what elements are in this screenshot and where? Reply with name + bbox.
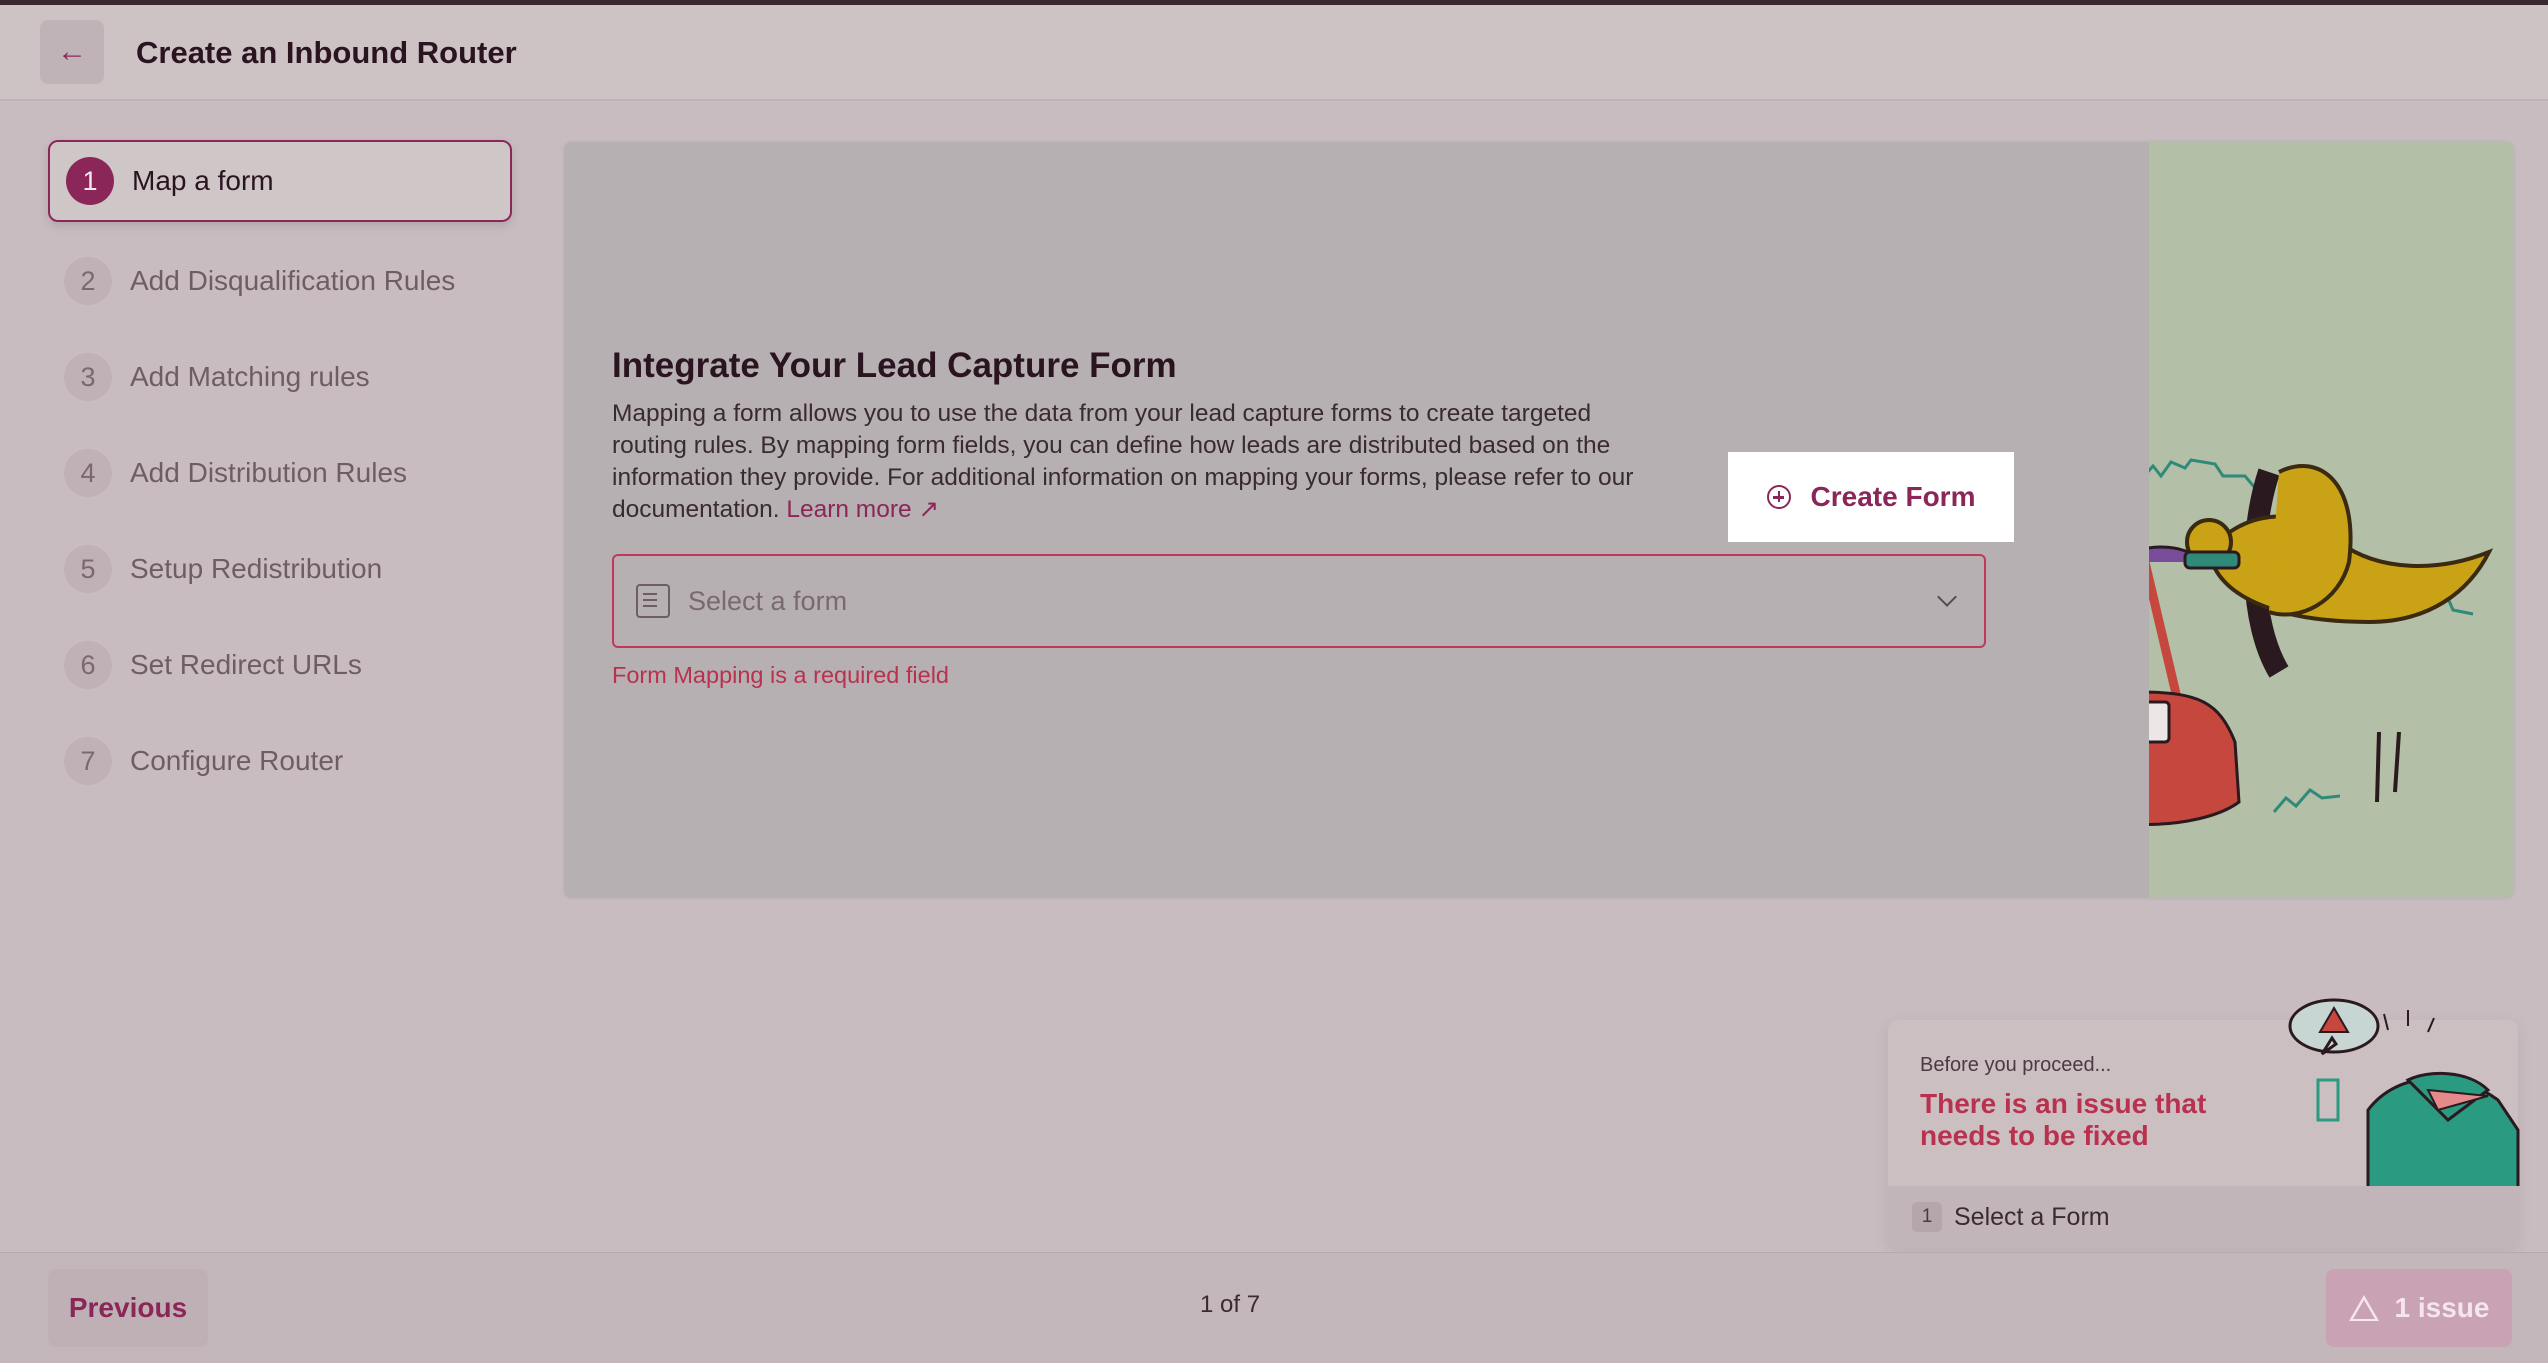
step-number: 5	[64, 545, 112, 593]
previous-button[interactable]: Previous	[48, 1269, 208, 1347]
step-number: 4	[64, 449, 112, 497]
popover-pretitle: Before you proceed...	[1920, 1054, 2112, 1076]
step-number: 2	[64, 257, 112, 305]
issue-number: 1	[1912, 1202, 1942, 1232]
chevron-down-icon	[1937, 587, 1957, 607]
form-search-icon	[636, 584, 670, 618]
form-select-placeholder: Select a form	[688, 585, 848, 616]
step-number: 3	[64, 353, 112, 401]
form-mapping-error: Form Mapping is a required field	[612, 662, 949, 688]
back-button[interactable]: ←	[40, 20, 104, 84]
step-number: 7	[64, 737, 112, 785]
step-label: Add Matching rules	[130, 361, 370, 392]
popover-title: There is an issue that needs to be fixed	[1920, 1088, 2207, 1151]
step-redirect-urls[interactable]: 6 Set Redirect URLs	[48, 624, 512, 706]
issue-item[interactable]: 1 Select a Form	[1888, 1186, 2518, 1248]
step-disqualification-rules[interactable]: 2 Add Disqualification Rules	[48, 240, 512, 322]
step-label: Add Disqualification Rules	[130, 265, 456, 296]
footer-bar: Previous 1 of 7 1 issue	[0, 1252, 2548, 1363]
step-label: Set Redirect URLs	[130, 649, 362, 680]
step-label: Configure Router	[130, 745, 344, 776]
section-description: Mapping a form allows you to use the dat…	[612, 398, 1672, 526]
create-form-label: Create Form	[1810, 481, 1976, 512]
arrow-left-icon: ←	[57, 35, 87, 68]
create-form-button[interactable]: Create Form	[1728, 452, 2014, 542]
description-text: Mapping a form allows you to use the dat…	[612, 400, 1634, 523]
plus-circle-icon	[1766, 485, 1791, 509]
form-select[interactable]: Select a form	[612, 554, 1986, 648]
bird-carrying-bag-illustration	[2047, 458, 2494, 826]
map-form-card: Integrate Your Lead Capture Form Mapping…	[562, 140, 2516, 900]
learn-more-link[interactable]: Learn more ↗	[786, 496, 939, 523]
page-indicator: 1 of 7	[1200, 1291, 1261, 1318]
issue-label: Select a Form	[1954, 1202, 2110, 1231]
step-label: Setup Redistribution	[130, 553, 383, 584]
crocodile-alert-illustration	[2288, 998, 2520, 1186]
step-distribution-rules[interactable]: 4 Add Distribution Rules	[48, 432, 512, 514]
step-label: Add Distribution Rules	[130, 457, 408, 488]
step-matching-rules[interactable]: 3 Add Matching rules	[48, 336, 512, 418]
section-title: Integrate Your Lead Capture Form	[612, 346, 1177, 385]
issues-button[interactable]: 1 issue	[2326, 1269, 2512, 1347]
issues-count-label: 1 issue	[2394, 1292, 2490, 1323]
step-configure-router[interactable]: 7 Configure Router	[48, 720, 512, 802]
page-header: ← Create an Inbound Router	[0, 5, 2548, 101]
step-redistribution[interactable]: 5 Setup Redistribution	[48, 528, 512, 610]
step-number: 1	[66, 157, 114, 205]
illustration-panel	[2047, 142, 2514, 898]
page-title: Create an Inbound Router	[136, 35, 517, 70]
step-number: 6	[64, 641, 112, 689]
warning-icon	[2348, 1295, 2379, 1321]
step-label: Map a form	[132, 165, 274, 196]
step-map-form[interactable]: 1 Map a form	[48, 140, 512, 222]
